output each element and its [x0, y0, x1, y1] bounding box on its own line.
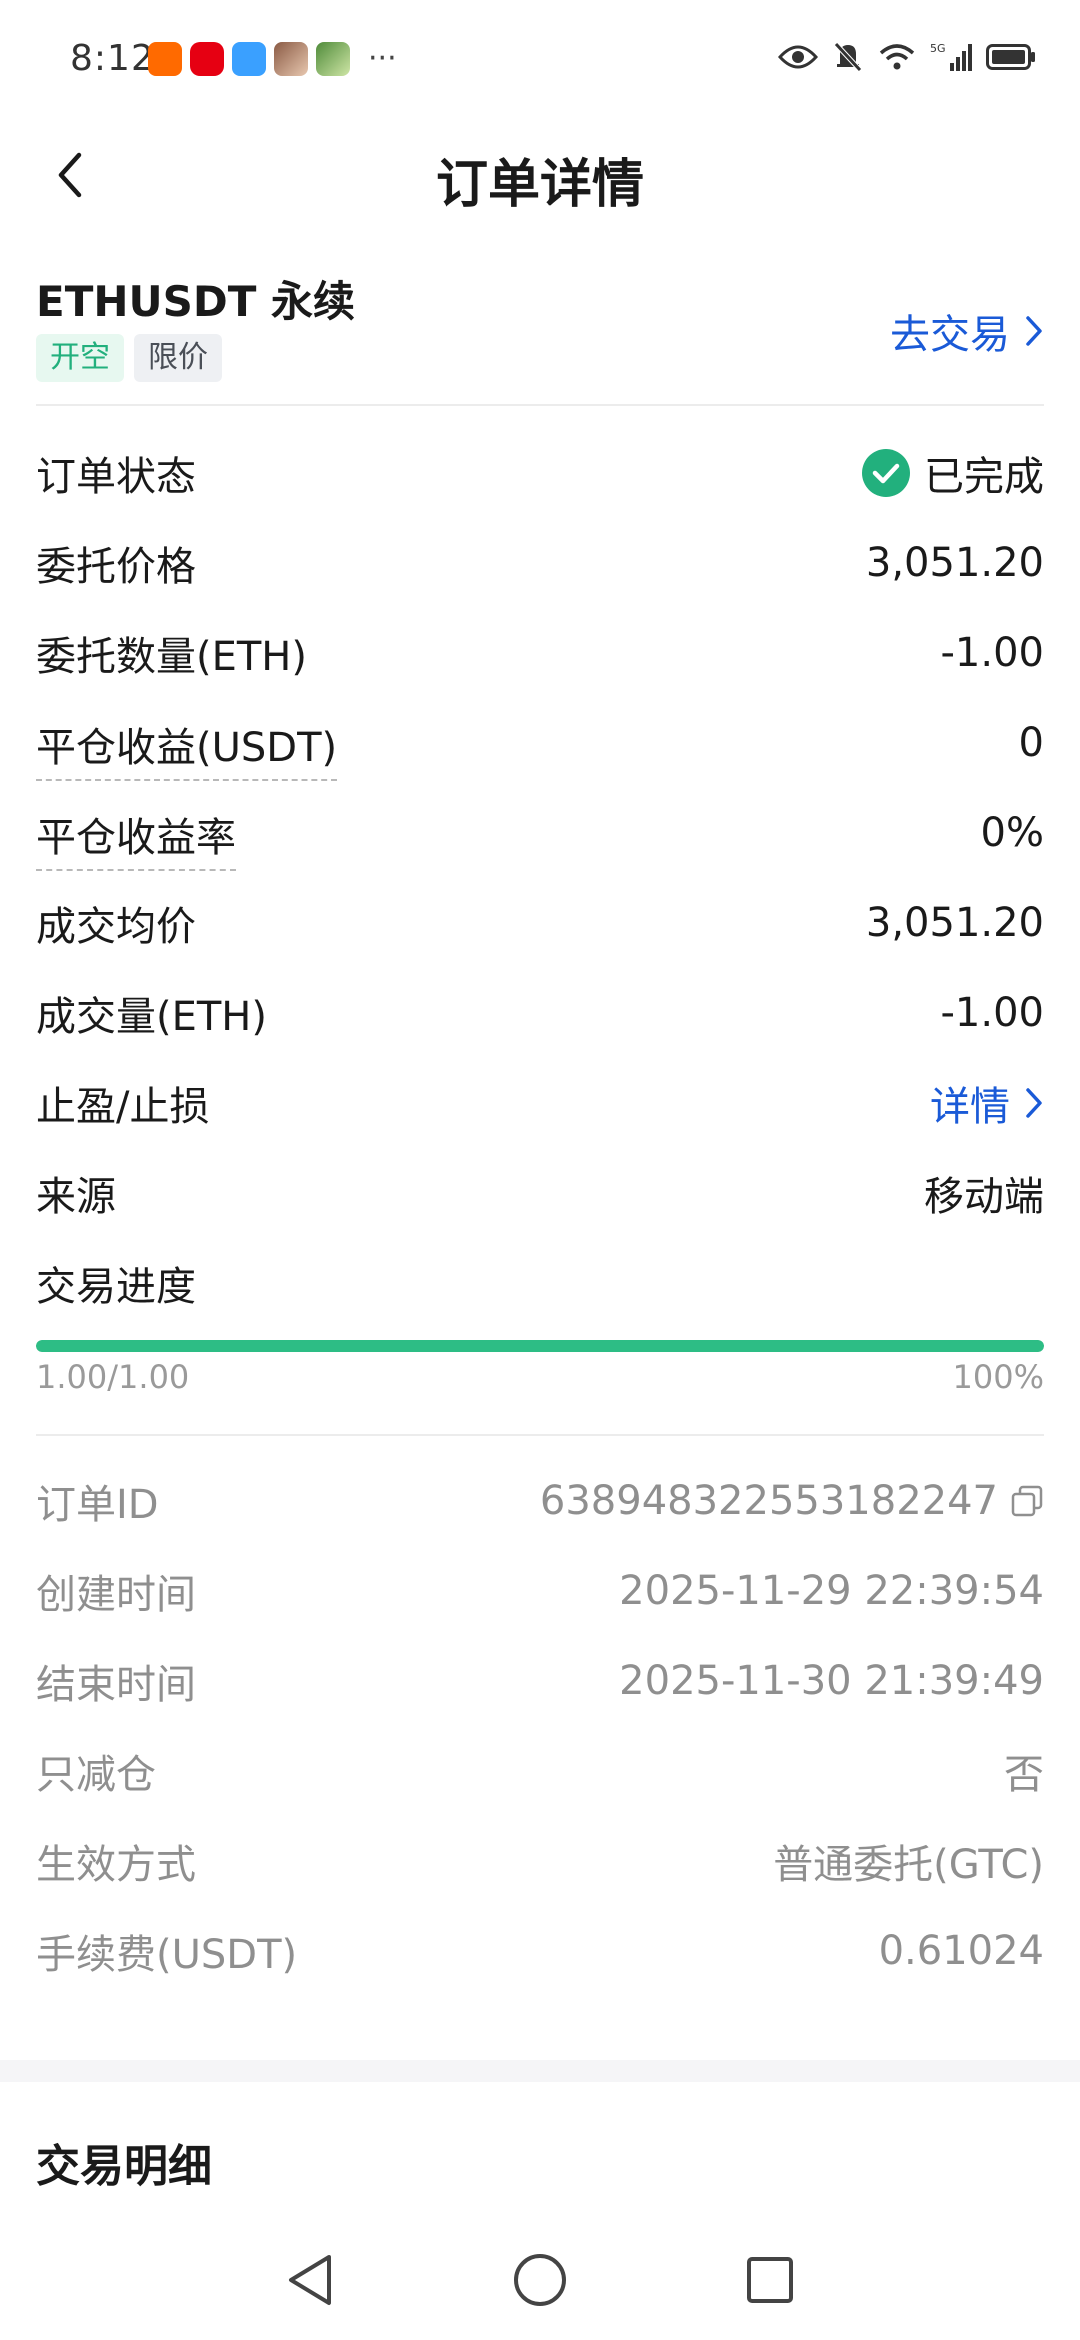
- row-progress: 交易进度: [36, 1238, 1044, 1328]
- system-nav-bar: [0, 2220, 1080, 2340]
- row-order-qty: 委托数量(ETH) -1.00: [36, 608, 1044, 698]
- tpsl-details-text: 详情: [930, 1084, 1010, 1130]
- goto-trade-label: 去交易: [890, 312, 1010, 358]
- side-tag: 开空: [36, 334, 124, 382]
- time-in-force-label: 生效方式: [36, 1842, 196, 1888]
- divider: [36, 404, 1044, 406]
- progress-label: 交易进度: [36, 1264, 196, 1310]
- image-notification-icon: [316, 42, 350, 76]
- close-pnl-rate-value: 0%: [980, 810, 1044, 856]
- row-filled-qty: 成交量(ETH) -1.00: [36, 968, 1044, 1058]
- order-price-label: 委托价格: [36, 544, 196, 590]
- chevron-right-icon: [1026, 1088, 1042, 1118]
- order-symbol-block: ETHUSDT 永续 开空 限价 去交易: [36, 262, 1044, 402]
- filled-qty-label: 成交量(ETH): [36, 994, 267, 1040]
- order-id-label: 订单ID: [36, 1482, 159, 1528]
- row-close-pnl: 平仓收益(USDT) 0: [36, 698, 1044, 788]
- order-details-list: 订单状态 已完成 委托价格 3,051.20 委托数量(ETH) -1.00 平…: [36, 428, 1044, 1328]
- progress-percent: 100%: [952, 1358, 1044, 1396]
- reduce-only-label: 只减仓: [36, 1752, 156, 1798]
- fee-label: 手续费(USDT): [36, 1932, 298, 1978]
- more-notifications-icon: ···: [368, 41, 397, 76]
- ended-time-value: 2025-11-30 21:39:49: [619, 1658, 1044, 1704]
- triangle-back-icon: [289, 2255, 331, 2305]
- row-ended-time: 结束时间 2025-11-30 21:39:49: [36, 1636, 1044, 1726]
- row-order-price: 委托价格 3,051.20: [36, 518, 1044, 608]
- check-circle-icon: [862, 449, 910, 497]
- app-header: 订单详情: [0, 120, 1080, 230]
- order-meta-list: 订单ID 638948322553182247 创建时间 2025-11-29 …: [36, 1456, 1044, 1996]
- tpsl-label: 止盈/止损: [36, 1084, 210, 1130]
- fee-value: 0.61024: [878, 1928, 1044, 1974]
- trade-detail-title: 交易明细: [36, 2141, 212, 2192]
- source-label: 来源: [36, 1174, 116, 1220]
- avg-price-value: 3,051.20: [865, 900, 1044, 946]
- close-pnl-rate-label[interactable]: 平仓收益率: [36, 805, 236, 871]
- order-qty-label: 委托数量(ETH): [36, 634, 307, 680]
- tpsl-details-link[interactable]: 详情: [930, 1074, 1044, 1132]
- row-order-status: 订单状态 已完成: [36, 428, 1044, 518]
- order-tags: 开空 限价: [36, 334, 222, 382]
- row-order-id: 订单ID 638948322553182247: [36, 1456, 1044, 1546]
- nav-back-button[interactable]: [275, 2245, 345, 2315]
- order-status-text: 已完成: [924, 454, 1044, 500]
- signal-icon: 5G: [930, 42, 972, 71]
- progress-amount: 1.00/1.00: [36, 1358, 190, 1396]
- row-fee: 手续费(USDT) 0.61024: [36, 1906, 1044, 1996]
- nav-recents-button[interactable]: [735, 2245, 805, 2315]
- close-pnl-value: 0: [1018, 720, 1044, 766]
- row-created-time: 创建时间 2025-11-29 22:39:54: [36, 1546, 1044, 1636]
- wifi-icon: [879, 44, 915, 70]
- filled-qty-value: -1.00: [940, 990, 1045, 1036]
- status-bar: 8:12 ··· 5G: [0, 0, 1080, 120]
- row-reduce-only: 只减仓 否: [36, 1726, 1044, 1816]
- section-separator: [0, 2060, 1080, 2082]
- progress-fill: [36, 1340, 1044, 1352]
- page-title: 订单详情: [435, 155, 644, 215]
- order-qty-value: -1.00: [940, 630, 1045, 676]
- created-time-label: 创建时间: [36, 1572, 196, 1618]
- row-avg-price: 成交均价 3,051.20: [36, 878, 1044, 968]
- row-tpsl: 止盈/止损 详情: [36, 1058, 1044, 1148]
- goto-trade-link[interactable]: 去交易: [890, 302, 1044, 360]
- created-time-value: 2025-11-29 22:39:54: [619, 1568, 1044, 1614]
- weather-notification-icon: [232, 42, 266, 76]
- circle-home-icon: [514, 2254, 566, 2306]
- trade-progress: 1.00/1.00 100%: [36, 1340, 1044, 1396]
- order-id-text: 638948322553182247: [539, 1478, 998, 1524]
- time-in-force-value: 普通委托(GTC): [773, 1842, 1044, 1888]
- order-price-value: 3,051.20: [865, 540, 1044, 586]
- avg-price-label: 成交均价: [36, 904, 196, 950]
- copy-icon[interactable]: [1010, 1484, 1044, 1518]
- order-status-label: 订单状态: [36, 454, 196, 500]
- row-time-in-force: 生效方式 普通委托(GTC): [36, 1816, 1044, 1906]
- symbol-name: ETHUSDT 永续: [36, 277, 355, 326]
- progress-labels: 1.00/1.00 100%: [36, 1358, 1044, 1396]
- status-time: 8:12: [70, 38, 155, 79]
- order-type-tag: 限价: [134, 334, 222, 382]
- row-close-pnl-rate: 平仓收益率 0%: [36, 788, 1044, 878]
- app-notification-icon: [190, 42, 224, 76]
- system-status-icons: 5G: [778, 40, 1036, 74]
- square-recents-icon: [747, 2257, 793, 2303]
- divider: [36, 1434, 1044, 1436]
- close-pnl-label[interactable]: 平仓收益(USDT): [36, 715, 338, 781]
- order-status-value: 已完成: [862, 444, 1044, 502]
- image-notification-icon: [274, 42, 308, 76]
- bell-muted-icon: [834, 42, 862, 72]
- row-source: 来源 移动端: [36, 1148, 1044, 1238]
- source-value: 移动端: [924, 1174, 1044, 1220]
- nav-home-button[interactable]: [505, 2245, 575, 2315]
- notification-icons: ···: [148, 42, 397, 76]
- app-notification-icon: [148, 42, 182, 76]
- reduce-only-value: 否: [1004, 1752, 1044, 1798]
- progress-track: [36, 1340, 1044, 1352]
- ended-time-label: 结束时间: [36, 1662, 196, 1708]
- svg-text:5G: 5G: [930, 42, 946, 55]
- chevron-right-icon: [1026, 316, 1042, 346]
- battery-icon: [986, 44, 1035, 70]
- order-id-value: 638948322553182247: [540, 1478, 1044, 1524]
- eye-icon: [778, 45, 818, 69]
